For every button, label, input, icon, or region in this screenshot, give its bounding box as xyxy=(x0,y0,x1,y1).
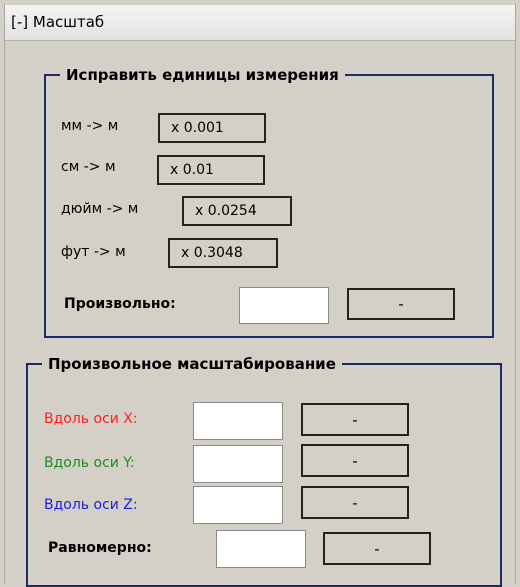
axis-y-button[interactable]: - xyxy=(301,444,409,477)
uniform-input[interactable] xyxy=(216,530,306,568)
uniform-button[interactable]: - xyxy=(323,532,431,565)
fix-units-legend: Исправить единицы измерения xyxy=(66,66,339,84)
foot-to-m-label: фут -> м xyxy=(61,244,126,260)
axis-z-button[interactable]: - xyxy=(301,486,409,519)
custom-factor-button[interactable]: - xyxy=(347,288,455,320)
inch-to-m-button[interactable]: x 0.0254 xyxy=(182,196,292,226)
axis-x-button[interactable]: - xyxy=(301,403,409,436)
panel-title[interactable]: [-] Масштаб xyxy=(11,13,104,31)
mm-to-m-label: мм -> м xyxy=(61,118,119,134)
custom-factor-input[interactable] xyxy=(239,287,329,324)
cm-to-m-label: см -> м xyxy=(61,159,116,175)
mm-to-m-button[interactable]: x 0.001 xyxy=(158,113,266,143)
axis-x-input[interactable] xyxy=(193,402,283,440)
panel-header[interactable]: [-] Масштаб xyxy=(5,5,515,41)
foot-to-m-button[interactable]: x 0.3048 xyxy=(168,238,278,268)
axis-y-label: Вдоль оси Y: xyxy=(44,455,135,471)
axis-z-input[interactable] xyxy=(193,486,283,524)
inch-to-m-label: дюйм -> м xyxy=(61,201,139,217)
custom-factor-label: Произвольно: xyxy=(64,296,176,312)
axis-z-label: Вдоль оси Z: xyxy=(44,497,138,513)
uniform-label: Равномерно: xyxy=(48,540,152,556)
custom-scaling-legend: Произвольное масштабирование xyxy=(48,355,336,373)
cm-to-m-button[interactable]: x 0.01 xyxy=(157,155,265,185)
axis-x-label: Вдоль оси X: xyxy=(44,411,138,427)
axis-y-input[interactable] xyxy=(193,445,283,483)
